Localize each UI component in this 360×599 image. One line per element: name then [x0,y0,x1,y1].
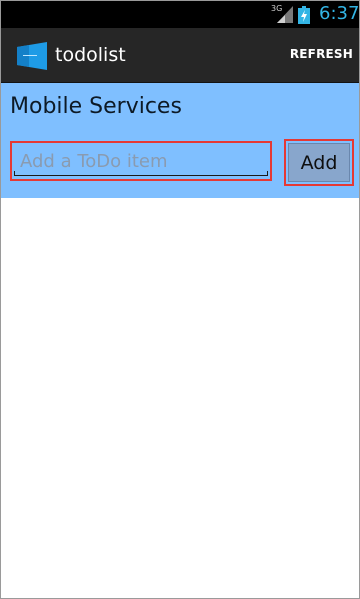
todo-header-panel: Mobile Services Add [1,83,359,198]
add-button[interactable]: Add [284,139,354,186]
page-title: Mobile Services [10,94,182,119]
status-bar: 3G 6:37 [1,1,359,28]
app-title: todolist [55,44,126,66]
todo-text-input[interactable] [20,147,260,175]
input-underline-left-tick [14,171,15,176]
phone-screen: 3G 6:37 todolist REFRESH Mobile Services [0,0,360,599]
battery-charging-icon [298,6,310,24]
status-clock: 6:37 [319,3,360,24]
add-button-label[interactable]: Add [288,143,350,182]
action-bar: todolist REFRESH [1,28,359,83]
refresh-button[interactable]: REFRESH [290,47,353,61]
todo-list [1,198,359,598]
todo-input-field[interactable] [10,141,272,181]
input-underline-right-tick [267,171,268,176]
signal-icon [277,6,293,23]
azure-mobile-app-icon [17,42,47,70]
input-underline [14,175,268,176]
